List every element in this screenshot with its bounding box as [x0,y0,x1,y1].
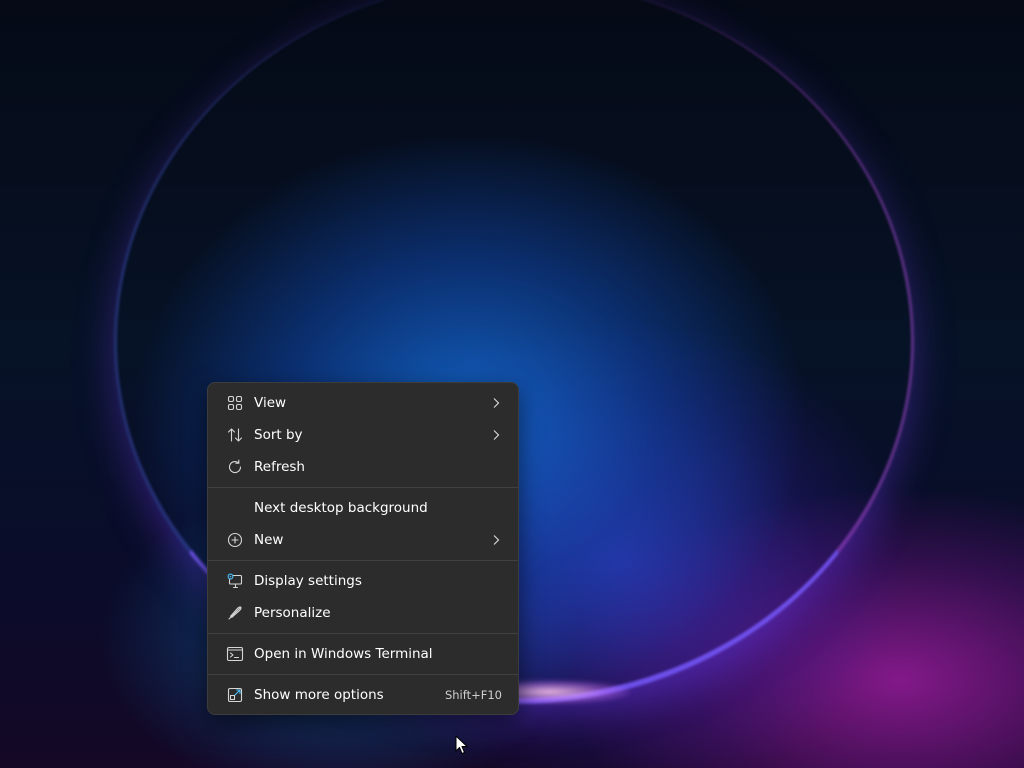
menu-item-label: Refresh [254,459,305,475]
menu-item-show-more-options[interactable]: Show more options Shift+F10 [212,679,514,711]
menu-item-label: View [254,395,287,411]
chevron-right-icon [490,397,502,409]
menu-separator [208,633,518,634]
menu-item-view[interactable]: View [212,387,514,419]
chevron-right-icon [490,534,502,546]
menu-item-label: Open in Windows Terminal [254,646,433,662]
menu-item-new[interactable]: New [212,524,514,556]
menu-item-label: Display settings [254,573,362,589]
plus-circle-icon [226,531,244,549]
menu-item-refresh[interactable]: Refresh [212,451,514,483]
menu-separator [208,560,518,561]
menu-item-label: Next desktop background [254,500,428,516]
display-settings-icon [226,572,244,590]
mouse-pointer-icon [455,735,468,754]
menu-item-label: New [254,532,284,548]
menu-item-display-settings[interactable]: Display settings [212,565,514,597]
menu-item-label: Show more options [254,687,384,703]
menu-item-next-desktop-background[interactable]: Next desktop background [212,492,514,524]
menu-separator [208,487,518,488]
desktop[interactable]: View Sort by Refresh Next desktop backgr… [0,0,1024,768]
menu-separator [208,674,518,675]
menu-item-label: Personalize [254,605,331,621]
grid-view-icon [226,394,244,412]
menu-item-sort-by[interactable]: Sort by [212,419,514,451]
keyboard-shortcut: Shift+F10 [444,688,502,702]
desktop-context-menu: View Sort by Refresh Next desktop backgr… [207,382,519,715]
terminal-icon [226,645,244,663]
menu-item-label: Sort by [254,427,303,443]
menu-item-personalize[interactable]: Personalize [212,597,514,629]
show-more-icon [226,686,244,704]
menu-item-open-in-windows-terminal[interactable]: Open in Windows Terminal [212,638,514,670]
chevron-right-icon [490,429,502,441]
pen-icon [226,604,244,622]
refresh-icon [226,458,244,476]
sort-icon [226,426,244,444]
